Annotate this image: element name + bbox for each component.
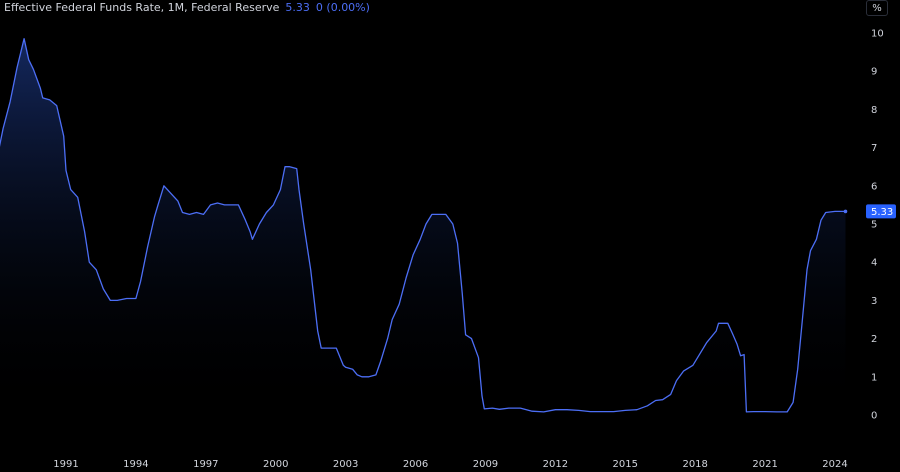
x-tick-label: 1997: [193, 459, 218, 470]
y-tick-label: 4: [871, 258, 877, 269]
y-tick-label: 9: [871, 67, 877, 78]
x-tick-label: 2024: [822, 459, 847, 470]
y-tick-label: 2: [871, 334, 877, 345]
last-price-label: 5.33: [866, 204, 896, 219]
y-tick-label: 3: [871, 296, 877, 307]
x-tick-label: 1994: [123, 459, 148, 470]
x-tick-label: 2018: [682, 459, 707, 470]
last-price-text: 5.33: [871, 207, 893, 218]
series-area-fill: [0, 38, 846, 415]
x-tick-label: 2003: [333, 459, 358, 470]
y-tick-label: 10: [871, 29, 884, 40]
last-point: [843, 209, 848, 214]
x-tick-label: 2006: [403, 459, 428, 470]
y-tick-label: 0: [871, 411, 877, 422]
y-tick-label: 7: [871, 143, 877, 154]
y-tick-label: 5: [871, 220, 877, 231]
x-tick-label: 2015: [613, 459, 638, 470]
rate-chart[interactable]: 1991 1994 1997 2000 2003 2006 2009 2012 2015 2018…: [0, 0, 900, 472]
x-tick-label: 2021: [752, 459, 777, 470]
y-tick-label: 6: [871, 181, 877, 192]
x-tick-label: 1991: [53, 459, 78, 470]
x-tick-label: 2009: [473, 459, 498, 470]
y-tick-label: 8: [871, 105, 877, 116]
x-tick-label: 2000: [263, 459, 288, 470]
y-tick-label: 1: [871, 372, 877, 383]
x-tick-label: 2012: [543, 459, 568, 470]
x-axis: 1991 1994 1997 2000 2003 2006 2009 2012 2015 2018…: [53, 459, 847, 470]
y-axis: 0 1 2 3 4 5 6 7 8 9 10: [871, 29, 884, 422]
